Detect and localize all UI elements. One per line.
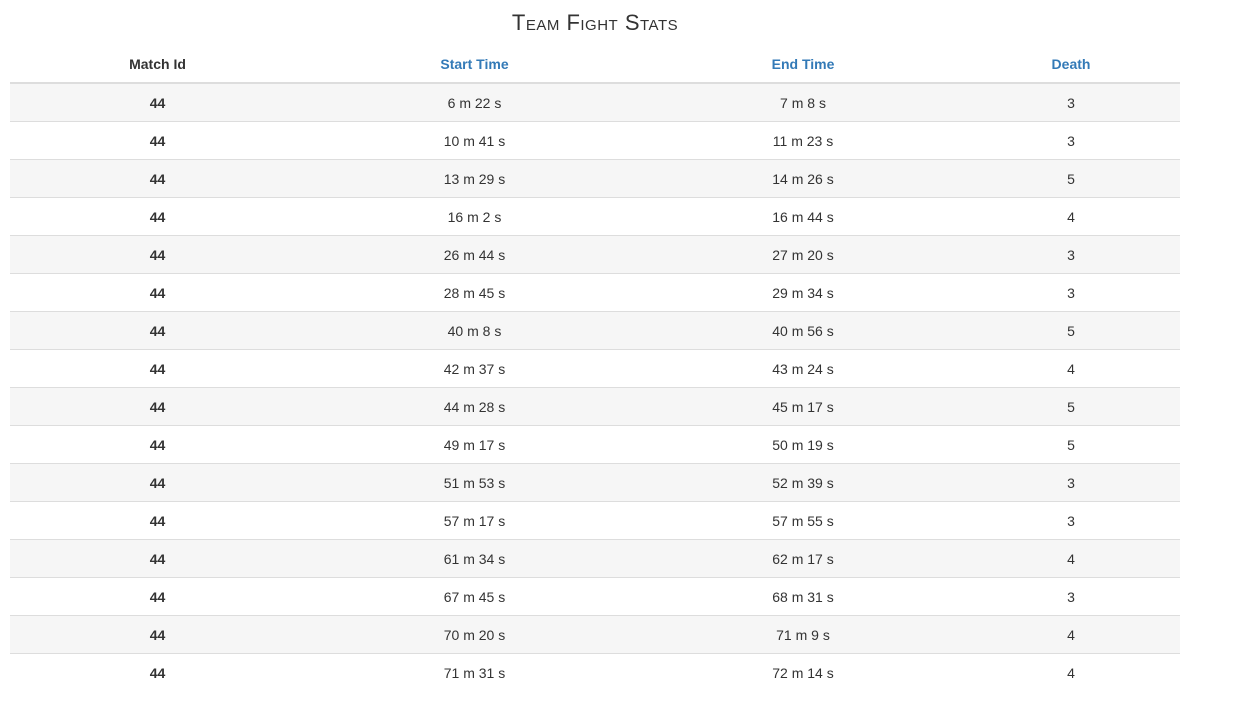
cell-match-id: 44 — [10, 159, 305, 198]
cell-start-time: 51 m 53 s — [305, 463, 644, 502]
table-row: 44 10 m 41 s 11 m 23 s3 — [10, 121, 1180, 160]
cell-match-id: 44 — [10, 235, 305, 274]
cell-start-time: 13 m 29 s — [305, 159, 644, 198]
column-header-start-time[interactable]: Start Time — [305, 45, 644, 84]
table-row: 44 57 m 17 s 57 m 55 s3 — [10, 501, 1180, 540]
cell-match-id: 44 — [10, 653, 305, 691]
cell-start-time: 57 m 17 s — [305, 501, 644, 540]
cell-start-time: 6 m 22 s — [305, 82, 644, 122]
cell-start-time: 26 m 44 s — [305, 235, 644, 274]
column-header-match-id: Match Id — [10, 45, 305, 84]
cell-match-id: 44 — [10, 425, 305, 464]
cell-start-time: 70 m 20 s — [305, 615, 644, 654]
cell-match-id: 44 — [10, 311, 305, 350]
cell-end-time: 16 m 44 s — [644, 197, 962, 236]
table-row: 44 13 m 29 s 14 m 26 s5 — [10, 159, 1180, 198]
cell-end-time: 52 m 39 s — [644, 463, 962, 502]
cell-start-time: 40 m 8 s — [305, 311, 644, 350]
cell-match-id: 44 — [10, 82, 305, 122]
cell-end-time: 11 m 23 s — [644, 121, 962, 160]
cell-end-time: 57 m 55 s — [644, 501, 962, 540]
table-row: 44 71 m 31 s 72 m 14 s4 — [10, 653, 1180, 691]
cell-death: 4 — [962, 197, 1180, 236]
cell-death: 5 — [962, 311, 1180, 350]
cell-end-time: 29 m 34 s — [644, 273, 962, 312]
table-header-row: Match Id Start Time End Time Death — [10, 45, 1180, 84]
cell-match-id: 44 — [10, 387, 305, 426]
cell-death: 4 — [962, 615, 1180, 654]
cell-start-time: 61 m 34 s — [305, 539, 644, 578]
cell-death: 3 — [962, 501, 1180, 540]
cell-end-time: 40 m 56 s — [644, 311, 962, 350]
cell-end-time: 27 m 20 s — [644, 235, 962, 274]
cell-match-id: 44 — [10, 197, 305, 236]
table-row: 44 42 m 37 s 43 m 24 s4 — [10, 349, 1180, 388]
cell-start-time: 10 m 41 s — [305, 121, 644, 160]
cell-death: 4 — [962, 653, 1180, 691]
cell-start-time: 67 m 45 s — [305, 577, 644, 616]
cell-death: 3 — [962, 273, 1180, 312]
cell-start-time: 16 m 2 s — [305, 197, 644, 236]
cell-end-time: 68 m 31 s — [644, 577, 962, 616]
cell-end-time: 43 m 24 s — [644, 349, 962, 388]
cell-match-id: 44 — [10, 463, 305, 502]
table-body: 44 6 m 22 s7 m 8 s 3 44 10 m 41 s 11 m 23 s34… — [10, 82, 1180, 691]
cell-death: 5 — [962, 387, 1180, 426]
table-row: 44 6 m 22 s7 m 8 s3 — [10, 82, 1180, 122]
cell-start-time: 44 m 28 s — [305, 387, 644, 426]
cell-match-id: 44 — [10, 273, 305, 312]
table-row: 44 70 m 20 s 71 m 9 s4 — [10, 615, 1180, 654]
cell-end-time: 45 m 17 s — [644, 387, 962, 426]
table-row: 44 26 m 44 s 27 m 20 s3 — [10, 235, 1180, 274]
cell-end-time: 71 m 9 s — [644, 615, 962, 654]
cell-start-time: 49 m 17 s — [305, 425, 644, 464]
cell-match-id: 44 — [10, 539, 305, 578]
page-title: Team Fight Stats — [511, 10, 679, 35]
cell-start-time: 28 m 45 s — [305, 273, 644, 312]
cell-match-id: 44 — [10, 349, 305, 388]
cell-death: 3 — [962, 463, 1180, 502]
table-row: 44 49 m 17 s 50 m 19 s5 — [10, 425, 1180, 464]
table-row: 44 44 m 28 s 45 m 17 s5 — [10, 387, 1180, 426]
team-fight-table: Match Id Start Time End Time Death 44 6 m… — [10, 45, 1180, 691]
cell-match-id: 44 — [10, 577, 305, 616]
table-header: Match Id Start Time End Time Death — [10, 45, 1180, 84]
cell-death: 3 — [962, 82, 1180, 122]
cell-start-time: 71 m 31 s — [305, 653, 644, 691]
cell-match-id: 44 — [10, 615, 305, 654]
cell-match-id: 44 — [10, 501, 305, 540]
cell-death: 3 — [962, 121, 1180, 160]
table-row: 44 28 m 45 s 29 m 34 s3 — [10, 273, 1180, 312]
cell-end-time: 72 m 14 s — [644, 653, 962, 691]
table-row: 44 40 m 8 s 40 m 56 s5 — [10, 311, 1180, 350]
cell-death: 4 — [962, 349, 1180, 388]
cell-death: 5 — [962, 159, 1180, 198]
cell-end-time: 62 m 17 s — [644, 539, 962, 578]
table-row: 44 61 m 34 s 62 m 17 s4 — [10, 539, 1180, 578]
team-fight-stats-page: Team Fight Stats Match Id Start Time End… — [0, 0, 1244, 703]
column-header-end-time[interactable]: End Time — [644, 45, 962, 84]
cell-end-time: 7 m 8 s — [644, 82, 962, 122]
cell-end-time: 50 m 19 s — [644, 425, 962, 464]
cell-match-id: 44 — [10, 121, 305, 160]
cell-end-time: 14 m 26 s — [644, 159, 962, 198]
table-row: 44 67 m 45 s 68 m 31 s3 — [10, 577, 1180, 616]
table-row: 44 16 m 2 s 16 m 44 s4 — [10, 197, 1180, 236]
cell-death: 3 — [962, 577, 1180, 616]
cell-start-time: 42 m 37 s — [305, 349, 644, 388]
cell-death: 3 — [962, 235, 1180, 274]
table-row: 44 51 m 53 s 52 m 39 s3 — [10, 463, 1180, 502]
cell-death: 5 — [962, 425, 1180, 464]
column-header-death[interactable]: Death — [962, 45, 1180, 84]
cell-death: 4 — [962, 539, 1180, 578]
